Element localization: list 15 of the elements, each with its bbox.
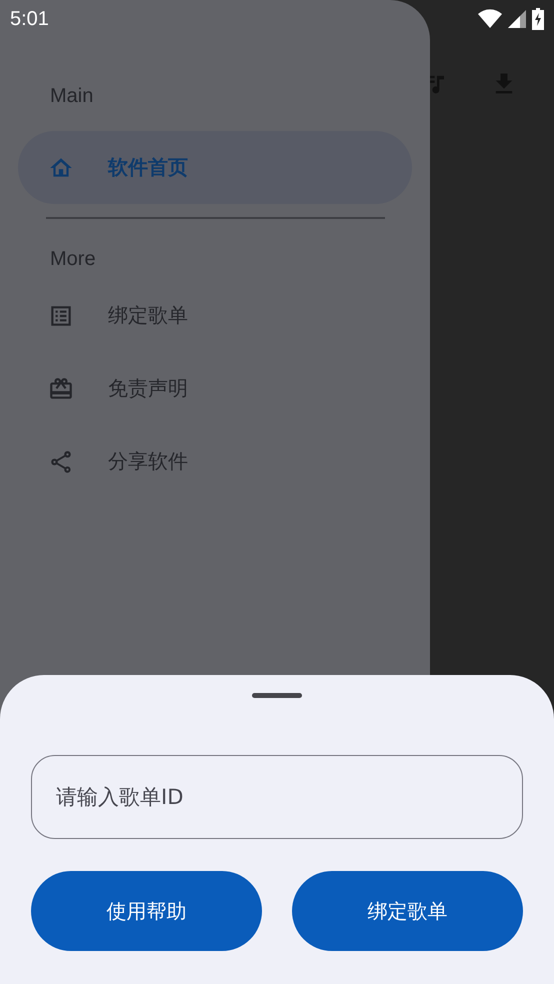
- drawer-item[interactable]: 绑定歌单: [18, 279, 412, 352]
- gift-card-icon: [48, 376, 74, 402]
- playlist-id-field[interactable]: 请输入歌单ID: [31, 755, 523, 839]
- drag-handle[interactable]: [252, 693, 302, 698]
- drawer-item[interactable]: 分享软件: [18, 425, 412, 498]
- drawer-item[interactable]: 免责声明: [18, 352, 412, 425]
- section-title: More: [50, 247, 97, 272]
- section-title: Main: [50, 84, 94, 109]
- action-button[interactable]: 使用帮助: [31, 871, 262, 951]
- action-button[interactable]: 绑定歌单: [292, 871, 523, 951]
- drawer-item[interactable]: 软件首页: [18, 131, 412, 204]
- status-time: 5:01: [10, 8, 49, 30]
- wifi-icon: [478, 9, 502, 29]
- battery-icon: [532, 8, 544, 30]
- signal-icon: [508, 10, 526, 28]
